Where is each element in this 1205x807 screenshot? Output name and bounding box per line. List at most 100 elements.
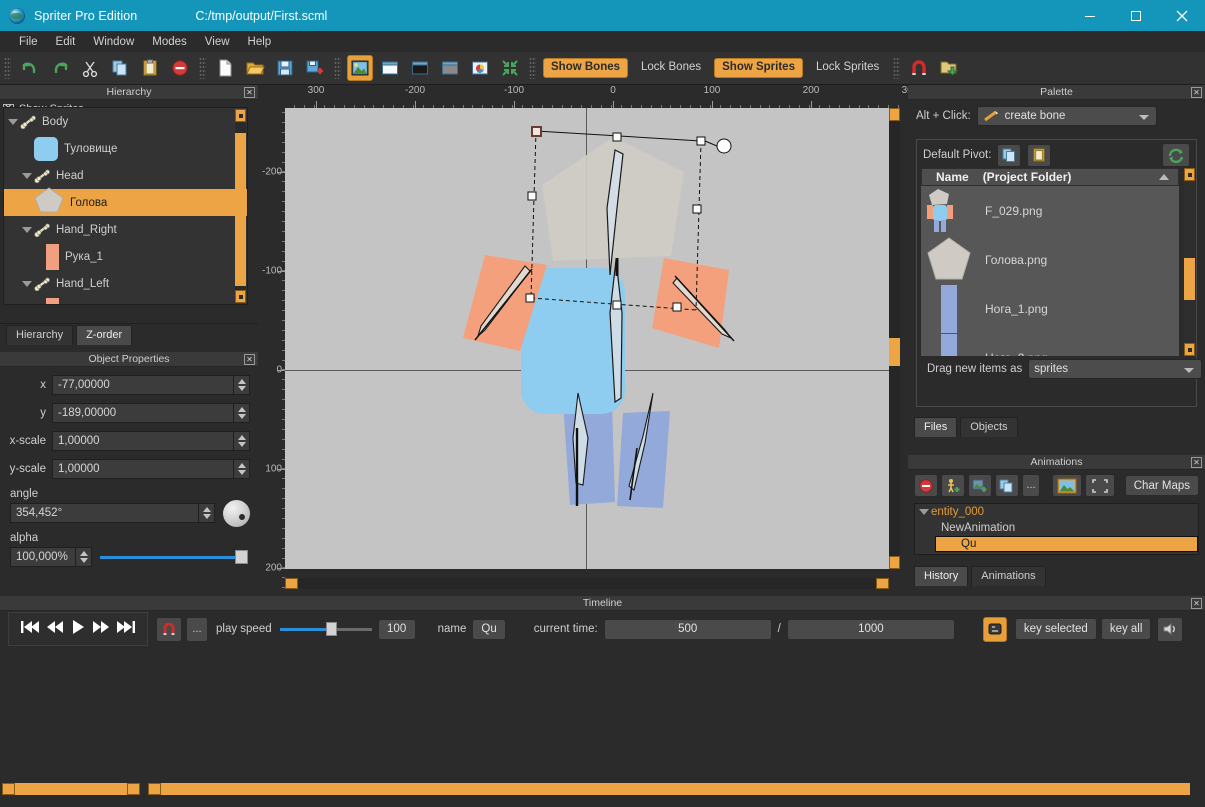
fast-forward-icon[interactable] xyxy=(91,618,111,641)
tab-objects[interactable]: Objects xyxy=(960,417,1018,437)
more-icon[interactable]: ... xyxy=(1022,474,1040,497)
collapse-icon[interactable] xyxy=(497,55,523,81)
minimize-button[interactable] xyxy=(1067,0,1113,31)
close-icon[interactable] xyxy=(244,87,255,98)
angle-stepper[interactable] xyxy=(199,503,215,523)
scroll-down-button[interactable] xyxy=(1184,343,1195,356)
menu-item-edit[interactable]: Edit xyxy=(47,34,85,50)
timeline-more-button[interactable]: ... xyxy=(186,616,208,642)
toolbar-grip-2[interactable] xyxy=(199,57,206,79)
y-scale-input[interactable]: 1,00000 xyxy=(52,459,234,479)
twisty-icon[interactable] xyxy=(917,509,931,515)
total-time-input[interactable]: 1000 xyxy=(786,618,955,640)
toggle-show-sprites[interactable]: Show Sprites xyxy=(714,58,803,78)
add-entity-icon[interactable] xyxy=(941,474,965,497)
fullscreen-icon[interactable] xyxy=(1085,474,1115,497)
close-icon[interactable] xyxy=(1191,457,1202,468)
alpha-stepper[interactable] xyxy=(76,547,92,567)
cut-icon[interactable] xyxy=(77,55,103,81)
x-scale-stepper[interactable] xyxy=(234,431,250,451)
duplicate-icon[interactable] xyxy=(995,474,1019,497)
save-icon[interactable] xyxy=(272,55,298,81)
tab-history[interactable]: History xyxy=(914,566,969,586)
twisty-icon[interactable] xyxy=(20,172,34,179)
redo-icon[interactable] xyxy=(47,55,73,81)
scroll-thumb[interactable] xyxy=(15,783,127,795)
open-folder-icon[interactable] xyxy=(242,55,268,81)
y-scale-stepper[interactable] xyxy=(234,459,250,479)
hierarchy-tree[interactable]: Body Туловище Head Голова Hand_Right Рук… xyxy=(3,107,248,305)
tree-row-hand-left[interactable]: Hand_Left xyxy=(4,270,247,297)
twisty-icon[interactable] xyxy=(20,226,34,233)
tree-row-ruka-2[interactable]: Рука_2 xyxy=(4,297,247,304)
animation-name-input[interactable]: Qu xyxy=(472,618,506,640)
close-icon[interactable] xyxy=(244,354,255,365)
palette-list-header[interactable]: Name (Project Folder) xyxy=(921,168,1179,186)
window-dark-icon[interactable] xyxy=(407,55,433,81)
rewind-icon[interactable] xyxy=(45,618,65,641)
color-wheel-icon[interactable] xyxy=(467,55,493,81)
close-button[interactable] xyxy=(1159,0,1205,31)
tree-row-head[interactable]: Head xyxy=(4,162,247,189)
key-selected-button[interactable]: key selected xyxy=(1014,618,1097,640)
twisty-icon[interactable] xyxy=(6,118,20,125)
tab-animations[interactable]: Animations xyxy=(971,566,1046,586)
tree-row-ruka-1[interactable]: Рука_1 xyxy=(4,243,247,270)
y-stepper[interactable] xyxy=(234,403,250,423)
scroll-right-button[interactable] xyxy=(876,578,889,589)
tree-row-hand-right[interactable]: Hand_Right xyxy=(4,216,247,243)
char-maps-button[interactable]: Char Maps xyxy=(1124,475,1199,496)
palette-scrollbar[interactable] xyxy=(1184,168,1195,356)
tree-row-tulovische[interactable]: Туловище xyxy=(4,135,247,162)
canvas-horizontal-scrollbar[interactable] xyxy=(285,578,889,589)
copy-icon[interactable] xyxy=(997,143,1022,167)
export-folder-icon[interactable] xyxy=(936,55,962,81)
tab-hierarchy[interactable]: Hierarchy xyxy=(6,325,74,345)
alpha-input[interactable]: 100,000% xyxy=(10,547,76,567)
paste-icon[interactable] xyxy=(137,55,163,81)
magnet-icon[interactable] xyxy=(906,55,932,81)
scroll-thumb[interactable] xyxy=(161,783,1190,795)
scroll-up-button[interactable] xyxy=(889,108,900,121)
toolbar-grip-5[interactable] xyxy=(893,57,901,79)
current-time-input[interactable]: 500 xyxy=(603,618,772,640)
scroll-thumb[interactable] xyxy=(1184,258,1195,300)
palette-item-noga1[interactable]: Нога_1.png xyxy=(921,284,1179,333)
window-gray-icon[interactable] xyxy=(437,55,463,81)
scroll-left-button[interactable] xyxy=(285,578,298,589)
animations-list[interactable]: entity_000 NewAnimation Qu xyxy=(914,503,1199,555)
scroll-left-button[interactable] xyxy=(148,783,161,795)
key-all-button[interactable]: key all xyxy=(1100,618,1152,640)
x-stepper[interactable] xyxy=(234,375,250,395)
palette-item-golova[interactable]: Голова.png xyxy=(921,235,1179,284)
x-scale-input[interactable]: 1,00000 xyxy=(52,431,234,451)
menu-item-file[interactable]: File xyxy=(10,34,47,50)
close-icon[interactable] xyxy=(1191,87,1202,98)
timeline-magnet-icon[interactable] xyxy=(156,616,182,642)
canvas-stage[interactable] xyxy=(285,108,889,569)
canvas-ruler-horizontal[interactable]: 300-200-1000100200300 xyxy=(258,85,918,108)
alt-click-dropdown[interactable]: create bone xyxy=(976,106,1157,126)
canvas-ruler-vertical[interactable]: -200-1000100200 xyxy=(258,108,285,592)
play-speed-slider[interactable] xyxy=(279,620,372,638)
alpha-slider[interactable] xyxy=(100,547,248,567)
animation-row-newanimation[interactable]: NewAnimation xyxy=(915,520,1198,536)
add-animation-icon[interactable] xyxy=(968,474,992,497)
toggle-show-bones[interactable]: Show Bones xyxy=(543,58,629,78)
scroll-down-button[interactable] xyxy=(235,290,246,303)
canvas-vertical-scrollbar[interactable] xyxy=(889,108,900,569)
toggle-lock-bones[interactable]: Lock Bones xyxy=(634,58,708,78)
delete-anim-icon[interactable] xyxy=(914,474,938,497)
tree-row-golova[interactable]: Голова xyxy=(4,187,247,216)
palette-item-noga2[interactable]: Нога_2.png xyxy=(921,333,1179,356)
tab-z-order[interactable]: Z-order xyxy=(76,325,133,345)
skip-end-icon[interactable] xyxy=(115,618,137,641)
drag-new-items-dropdown[interactable]: sprites xyxy=(1028,359,1202,379)
play-icon[interactable] xyxy=(69,618,87,641)
twisty-icon[interactable] xyxy=(20,280,34,287)
scroll-thumb[interactable] xyxy=(235,133,246,286)
onion-skin-icon[interactable] xyxy=(982,616,1007,642)
paste-icon[interactable] xyxy=(1027,143,1052,167)
copy-icon[interactable] xyxy=(107,55,133,81)
maximize-button[interactable] xyxy=(1113,0,1159,31)
